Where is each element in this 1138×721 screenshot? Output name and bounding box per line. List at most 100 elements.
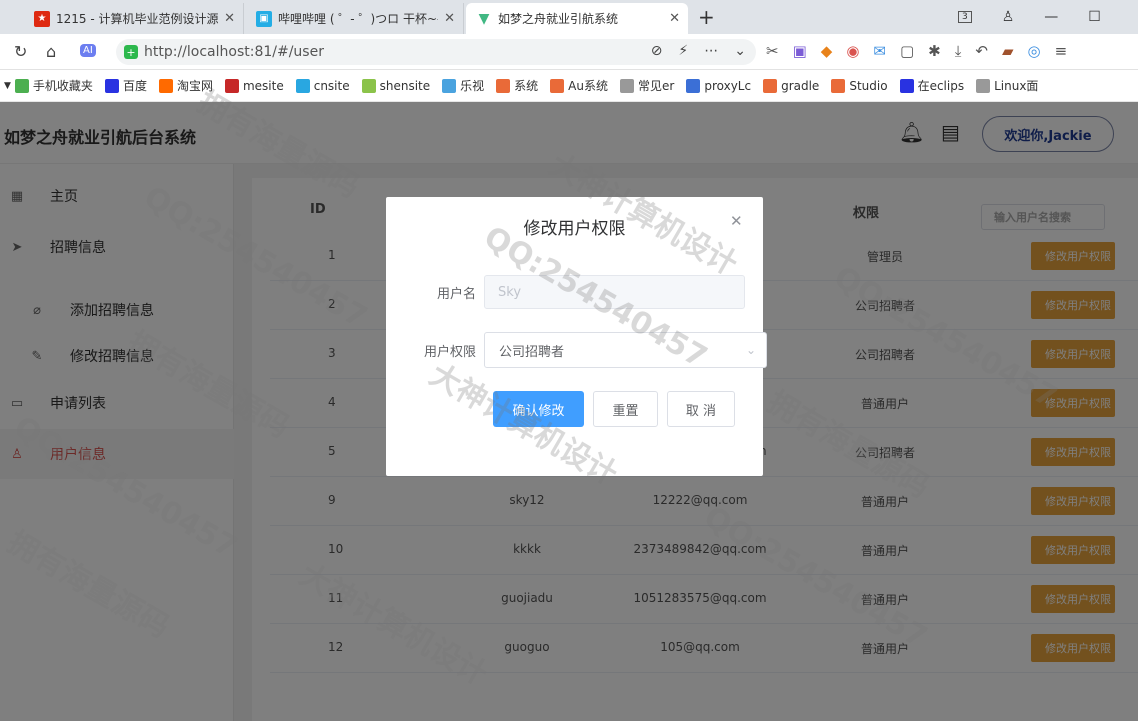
bookmark-label: 百度 <box>122 79 147 93</box>
confirm-button[interactable]: 确认修改 <box>493 391 584 427</box>
download-icon[interactable]: ⤓ <box>955 42 962 60</box>
bookmark-icon <box>976 78 991 93</box>
bookmark-icon <box>620 78 634 93</box>
more-icon[interactable]: ⋯ <box>704 43 718 59</box>
bookmark-item[interactable]: shensite <box>361 77 431 94</box>
bookmark-label: 在eclips <box>917 79 965 93</box>
tab-label: 如梦之舟就业引航系统 <box>498 12 619 26</box>
bookmark-icon <box>361 78 376 93</box>
ai-icon[interactable]: AI <box>80 44 96 57</box>
mail-icon[interactable]: ✉ <box>873 42 886 60</box>
chevron-down-icon[interactable]: ⌄ <box>734 43 746 59</box>
bookmarks-bar: ▼ 手机收藏夹 百度 淘宝网 mesite cnsite shensite 乐视 系统 Au系统… <box>0 70 1138 102</box>
bookmark-icon <box>442 78 457 93</box>
bookmark-label: 乐视 <box>460 79 485 93</box>
bookmark-item[interactable]: Studio <box>831 77 888 94</box>
bookmark-icon <box>763 78 778 93</box>
bookmark-icon <box>14 78 29 93</box>
browser-tab-2[interactable]: ▣ 哔哩哔哩 ( ゜- ゜)つロ 干杯~-b ✕ <box>246 3 464 34</box>
url-field[interactable]: + http://localhost:81/#/user ⊘ ⚡ ⋯ ⌄ <box>116 39 756 65</box>
bookmark-item[interactable]: 常见er <box>620 77 674 94</box>
username-label: 用户名 <box>436 287 476 302</box>
bookmark-item[interactable]: 百度 <box>104 77 147 94</box>
window-controls: 3 ♙ — ☐ <box>958 0 1101 34</box>
reload-icon[interactable]: ↻ <box>14 42 27 61</box>
tab-label: 哔哩哔哩 ( ゜- ゜)つロ 干杯~-b <box>278 12 439 26</box>
tab-count-icon[interactable]: 3 <box>958 11 972 23</box>
new-tab-button[interactable]: + <box>698 5 715 29</box>
bookmark-icon <box>496 78 511 93</box>
role-label: 用户权限 <box>423 345 476 360</box>
reset-button[interactable]: 重置 <box>593 391 658 427</box>
bookmark-label: cnsite <box>313 78 350 93</box>
fox-icon[interactable]: ◆ <box>821 42 833 60</box>
bookmark-label: Au系统 <box>568 79 608 93</box>
browser-tab-3[interactable]: ▼ 如梦之舟就业引航系统 ✕ <box>466 3 688 34</box>
bookmark-item[interactable]: Au系统 <box>550 77 608 94</box>
translate-icon[interactable]: ▣ <box>793 42 807 60</box>
undo-icon[interactable]: ↶ <box>975 42 988 60</box>
sync-icon[interactable]: ◎ <box>1028 42 1041 60</box>
scissors-icon[interactable]: ✂ <box>766 42 779 60</box>
bilibili-icon: ▣ <box>256 10 272 27</box>
tab-label: 1215 - 计算机毕业范例设计源 <box>56 12 219 26</box>
bookmark-label: Linux面 <box>994 79 1039 93</box>
close-icon[interactable]: ✕ <box>444 11 455 26</box>
home-icon[interactable]: ⌂ <box>46 42 56 61</box>
close-icon[interactable]: ✕ <box>224 11 235 26</box>
puzzle-icon[interactable]: ✱ <box>928 42 941 60</box>
close-icon[interactable]: ✕ <box>669 11 680 26</box>
bookmark-item[interactable]: cnsite <box>295 77 350 94</box>
bookmark-label: proxyLc <box>704 78 752 93</box>
bookmark-item[interactable]: 系统 <box>496 77 538 94</box>
bookmark-item[interactable]: 乐视 <box>442 77 484 94</box>
extension-toolbar: ✂ ▣ ◆ ◉ ✉ ▢ ✱ ⤓ ↶ ▰ ◎ ≡ <box>766 42 1067 60</box>
bookmark-item[interactable]: proxyLc <box>686 77 751 94</box>
china-flag-icon: ★ <box>34 10 50 27</box>
bookmark-label: shensite <box>379 78 431 93</box>
shirt-icon[interactable]: ♙ <box>1002 9 1015 25</box>
bookmark-label: Studio <box>849 78 888 93</box>
bookmark-item[interactable]: 淘宝网 <box>158 77 213 94</box>
role-select-value: 公司招聘者 <box>499 344 565 360</box>
url-tools: ⊘ ⚡ ⋯ ⌄ <box>651 43 746 59</box>
cancel-button[interactable]: 取 消 <box>667 391 735 427</box>
chevron-down-icon: ⌄ <box>745 343 756 357</box>
bookmark-label: 淘宝网 <box>176 79 213 93</box>
vue-icon: ▼ <box>478 10 490 27</box>
bookmark-icon <box>158 78 173 93</box>
bookmark-item[interactable]: Linux面 <box>976 77 1038 94</box>
username-field: Sky <box>484 275 745 309</box>
bookmark-icon <box>686 78 701 93</box>
bookmark-icon <box>224 78 239 93</box>
maximize-icon[interactable]: ☐ <box>1088 9 1101 25</box>
bookmark-item[interactable]: 手机收藏夹 <box>14 77 93 94</box>
bookmark-label: gradle <box>781 78 820 93</box>
eye-icon[interactable]: ◉ <box>846 42 859 60</box>
caret-icon[interactable]: ▼ <box>4 81 11 91</box>
role-select[interactable]: 公司招聘者 ⌄ <box>484 332 767 368</box>
dialog-title: 修改用户权限 <box>523 219 626 239</box>
url-text: http://localhost:81/#/user <box>144 44 324 60</box>
briefcase-icon[interactable]: ▰ <box>1002 42 1014 60</box>
bookmark-label: 常见er <box>638 79 675 93</box>
bookmark-item[interactable]: mesite <box>224 77 284 94</box>
bookmark-item[interactable]: 在eclips <box>899 77 965 94</box>
lightning-icon[interactable]: ⚡ <box>678 43 688 59</box>
bookmark-icon <box>104 78 119 93</box>
close-icon[interactable]: ✕ <box>730 212 743 230</box>
bookmark-icon <box>295 78 310 93</box>
window-icon[interactable]: ▢ <box>900 42 914 60</box>
menu-icon[interactable]: ≡ <box>1055 42 1068 60</box>
bookmark-label: mesite <box>242 78 284 93</box>
browser-tab-1[interactable]: ★ 1215 - 计算机毕业范例设计源 ✕ <box>24 3 244 34</box>
edit-permission-dialog: 修改用户权限 ✕ 用户名 Sky 用户权限 公司招聘者 ⌄ 确认修改 重置 取 … <box>386 197 767 476</box>
bookmark-icon <box>550 78 565 93</box>
bookmark-label: 系统 <box>514 79 539 93</box>
minimize-icon[interactable]: — <box>1044 9 1058 25</box>
bookmark-item[interactable]: gradle <box>763 77 819 94</box>
bookmark-icon <box>831 78 846 93</box>
bookmark-label: 手机收藏夹 <box>32 79 93 93</box>
secure-shield-icon: + <box>124 45 138 59</box>
compass-icon[interactable]: ⊘ <box>651 43 663 59</box>
